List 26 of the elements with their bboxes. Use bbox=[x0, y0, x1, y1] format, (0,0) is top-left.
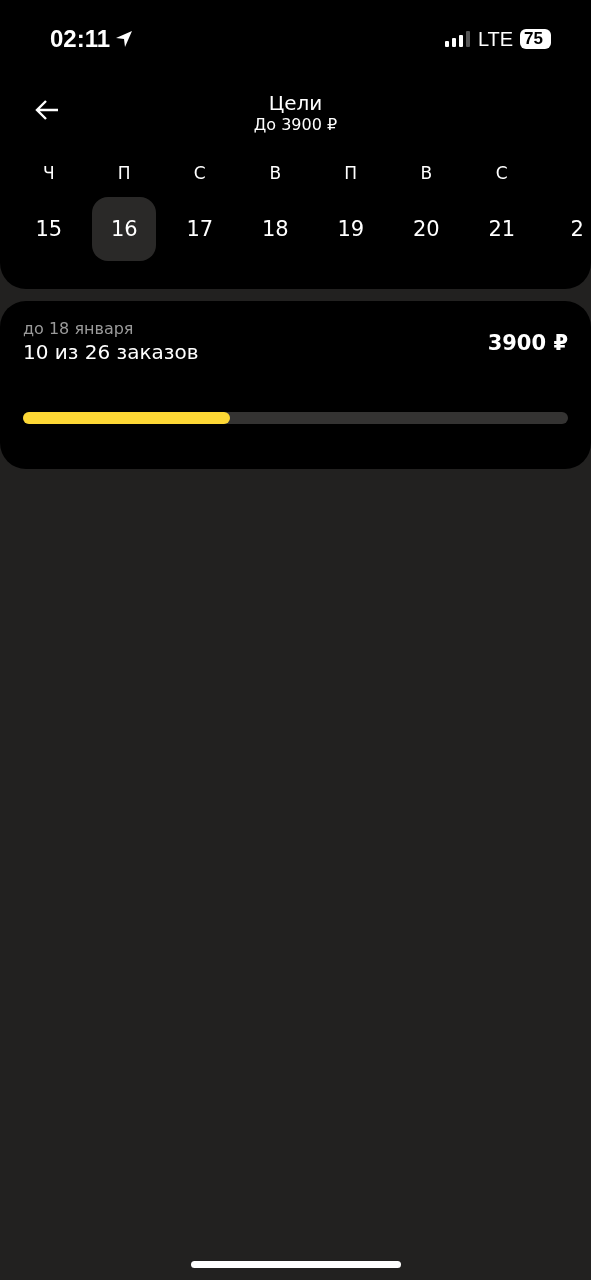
network-label: LTE bbox=[477, 27, 514, 51]
back-arrow-icon[interactable] bbox=[34, 99, 60, 121]
date-button[interactable]: 19 bbox=[318, 197, 383, 261]
goal-reward: 3900 ₽ bbox=[487, 331, 568, 357]
battery-indicator: 75 bbox=[520, 29, 551, 49]
date-button[interactable]: 18 bbox=[243, 197, 308, 261]
date-button[interactable]: 2 bbox=[545, 197, 591, 261]
status-time: 02:11 bbox=[50, 25, 111, 53]
date-button[interactable]: 20 bbox=[394, 197, 459, 261]
weekday-label: В bbox=[269, 163, 282, 185]
date-button[interactable]: 16 bbox=[92, 197, 157, 261]
goal-progress-text: 10 из 26 заказов bbox=[23, 340, 199, 364]
date-button[interactable]: 21 bbox=[469, 197, 534, 261]
date-button[interactable]: 17 bbox=[167, 197, 232, 261]
date-button[interactable]: 15 bbox=[16, 197, 81, 261]
weekday-label: Ч bbox=[42, 163, 55, 185]
weekday-label: П bbox=[344, 163, 358, 185]
weekday-label: В bbox=[420, 163, 433, 185]
goal-deadline: до 18 января bbox=[23, 319, 135, 338]
weekday-label: С bbox=[193, 163, 206, 185]
page-title: Цели bbox=[268, 91, 323, 115]
location-arrow-icon bbox=[114, 29, 135, 49]
page-subtitle: До 3900 ₽ bbox=[253, 115, 338, 134]
weekday-label: С bbox=[495, 163, 508, 185]
weekday-label: П bbox=[117, 163, 131, 185]
signal-icon bbox=[444, 31, 471, 47]
